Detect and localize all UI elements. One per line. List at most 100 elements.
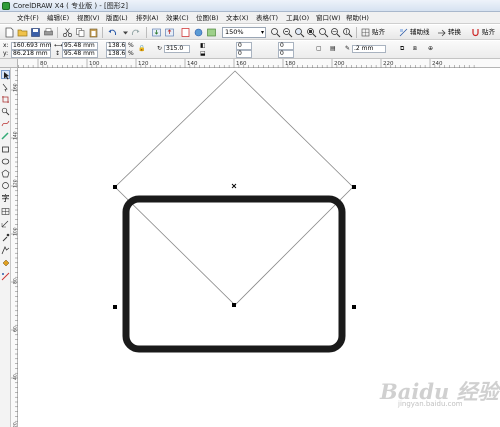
rotation-center-marker[interactable] <box>231 183 237 189</box>
outline-width-field[interactable]: .2 mm <box>352 45 386 53</box>
application-launcher-icon[interactable] <box>193 27 204 38</box>
menu-layout[interactable]: 版面(L) <box>106 13 128 23</box>
scale-y-field[interactable]: 138.6 <box>106 50 126 58</box>
menu-window[interactable]: 窗口(W) <box>316 13 341 23</box>
to-back-icon[interactable]: ⧈ <box>413 45 417 53</box>
corner-top-left-field[interactable]: 0 <box>236 42 252 50</box>
welcome-screen-icon[interactable] <box>206 27 217 38</box>
undo-icon[interactable] <box>107 27 118 38</box>
zoom-selected-icon[interactable] <box>294 27 305 38</box>
menu-file[interactable]: 文件(F) <box>17 13 39 23</box>
selection-handle-top-left[interactable] <box>113 185 117 189</box>
outline-tool-icon[interactable] <box>1 246 10 255</box>
x-position-field[interactable]: 160.693 mm <box>11 42 51 50</box>
pick-tool-icon[interactable] <box>1 70 10 80</box>
cut-icon[interactable] <box>62 27 73 38</box>
height-icon: ↕ <box>55 50 61 57</box>
wrap-text-icon[interactable]: ▤ <box>330 45 336 53</box>
snap-magnet-icon[interactable] <box>470 27 481 38</box>
zoom-in-icon[interactable] <box>270 27 281 38</box>
zoom-page-icon[interactable] <box>318 27 329 38</box>
zoom-width-icon[interactable] <box>330 27 341 38</box>
menu-bitmaps[interactable]: 位图(B) <box>196 13 219 23</box>
zoom-tool-icon[interactable] <box>1 107 10 116</box>
toolbar-separator <box>356 27 357 38</box>
menu-text[interactable]: 文本(X) <box>226 13 249 23</box>
selection-handle-bottom-left[interactable] <box>113 305 117 309</box>
ellipse-tool-icon[interactable] <box>1 157 10 166</box>
open-folder-icon[interactable] <box>17 27 28 38</box>
table-tool-icon[interactable] <box>1 207 10 216</box>
crop-tool-icon[interactable] <box>1 95 10 104</box>
ruler-label: 140 <box>187 61 198 67</box>
corner-bottom-left-field[interactable]: 0 <box>236 50 252 58</box>
menu-help[interactable]: 帮助(H) <box>346 13 369 23</box>
selection-handle-bottom-center[interactable] <box>232 303 236 307</box>
paste-label[interactable]: 贴齐 <box>482 27 495 38</box>
snap-to-icon[interactable] <box>360 27 371 38</box>
zoom-all-objects-icon[interactable] <box>306 27 317 38</box>
y-position-field[interactable]: 86.218 mm <box>11 50 51 58</box>
snap-label[interactable]: 贴齐 <box>372 27 385 38</box>
freehand-tool-icon[interactable] <box>1 119 10 128</box>
fill-tool-icon[interactable] <box>1 259 10 268</box>
toolbar-separator <box>102 27 103 38</box>
import-icon[interactable] <box>151 27 162 38</box>
vertical-ruler[interactable]: 160 140 120 100 80 60 40 20 <box>11 68 19 427</box>
basic-shapes-tool-icon[interactable] <box>1 181 10 190</box>
smart-fill-tool-icon[interactable] <box>1 131 10 140</box>
outline-width-icon: ✎ <box>345 45 351 52</box>
rectangle-tool-icon[interactable] <box>1 145 10 154</box>
x-position-label: x: <box>3 42 9 49</box>
width-field[interactable]: 95.48 mm <box>62 42 98 50</box>
corner-bottom-right-field[interactable]: 0 <box>278 50 294 58</box>
menu-view[interactable]: 视图(V) <box>77 13 100 23</box>
lock-ratio-icon[interactable]: 🔒 <box>138 45 145 53</box>
paste-icon[interactable] <box>88 27 99 38</box>
rotated-square-shape[interactable] <box>114 70 354 306</box>
mirror-vertical-icon[interactable]: ⬓ <box>200 50 206 58</box>
toolbar-separator <box>146 27 147 38</box>
guidelines-icon[interactable] <box>398 27 409 38</box>
publish-pdf-icon[interactable] <box>180 27 191 38</box>
horizontal-ruler[interactable]: 80 100 120 140 160 180 200 220 240 <box>18 59 500 68</box>
menu-effects[interactable]: 效果(C) <box>166 13 189 23</box>
menu-arrange[interactable]: 排列(A) <box>136 13 159 23</box>
export-icon[interactable] <box>164 27 175 38</box>
zoom-out-icon[interactable] <box>282 27 293 38</box>
mirror-horizontal-icon[interactable]: ◧ <box>200 42 206 50</box>
print-icon[interactable] <box>43 27 54 38</box>
scale-x-field[interactable]: 138.6 <box>106 42 126 50</box>
text-tool-icon[interactable]: 字 <box>1 194 10 203</box>
convert-to-curves-icon[interactable]: ⊕ <box>428 45 433 53</box>
eyedropper-tool-icon[interactable] <box>1 233 10 242</box>
zoom-level-select[interactable]: 150% ▾ <box>222 27 266 38</box>
dimension-tool-icon[interactable] <box>1 220 10 229</box>
rounded-rectangle-shape[interactable] <box>122 195 346 353</box>
zoom-height-icon[interactable] <box>342 27 353 38</box>
interactive-fill-tool-icon[interactable] <box>1 272 10 281</box>
selection-handle-top-right[interactable] <box>352 185 356 189</box>
save-icon[interactable] <box>30 27 41 38</box>
selection-handle-bottom-right[interactable] <box>352 305 356 309</box>
height-field[interactable]: 95.48 mm <box>62 50 98 58</box>
menu-tools[interactable]: 工具(O) <box>286 13 309 23</box>
copy-icon[interactable] <box>75 27 86 38</box>
toolbar-separator <box>57 27 58 38</box>
round-corners-icon[interactable]: ▢ <box>316 45 322 53</box>
shape-tool-icon[interactable] <box>1 83 10 92</box>
ruler-origin[interactable] <box>0 59 18 68</box>
corner-top-right-field[interactable]: 0 <box>278 42 294 50</box>
redo-icon[interactable] <box>130 27 141 38</box>
menu-table[interactable]: 表格(T) <box>256 13 278 23</box>
new-document-icon[interactable] <box>4 27 15 38</box>
menu-edit[interactable]: 编辑(E) <box>47 13 69 23</box>
to-front-icon[interactable]: ⧉ <box>400 45 404 53</box>
scale-y-unit: % <box>128 50 134 57</box>
convert-icon[interactable] <box>436 27 447 38</box>
polygon-tool-icon[interactable] <box>1 169 10 178</box>
rotation-field[interactable]: 315.0 <box>164 45 190 53</box>
convert-label[interactable]: 转换 <box>448 27 461 38</box>
guidelines-label[interactable]: 辅助线 <box>410 27 430 38</box>
rotation-icon: ↻ <box>157 45 163 52</box>
